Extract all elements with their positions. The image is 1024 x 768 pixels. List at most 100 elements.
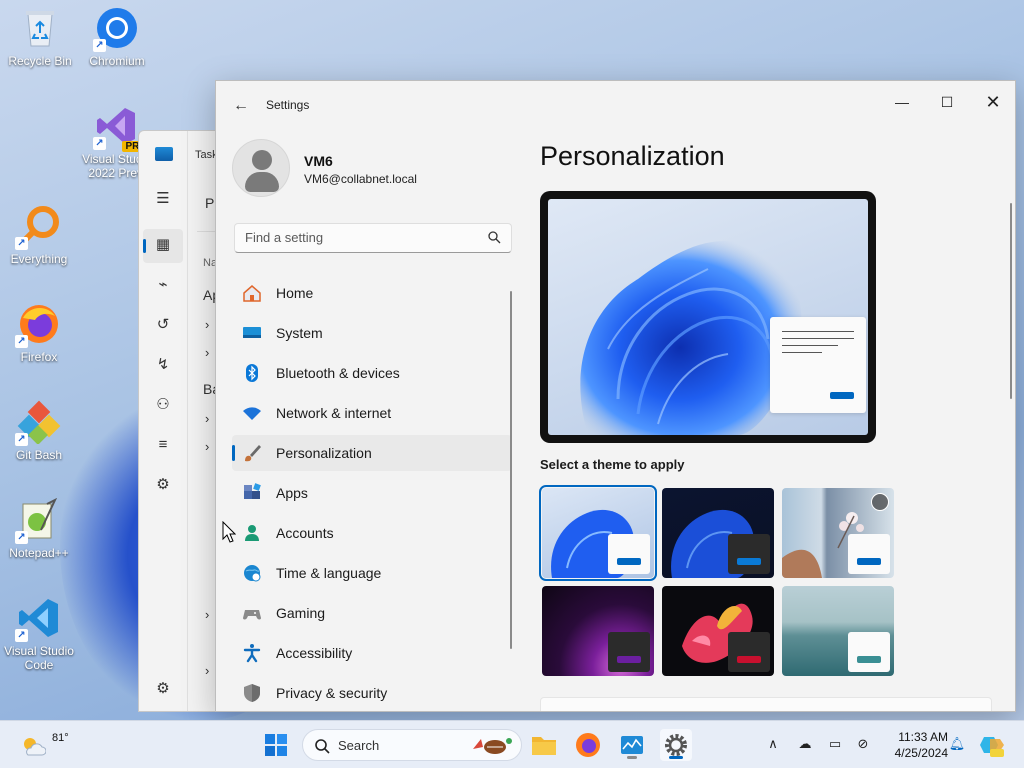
home-icon: [243, 285, 261, 302]
firefox-icon: [576, 733, 600, 757]
expand-chevron-icon[interactable]: ›: [205, 345, 209, 360]
start-button[interactable]: [260, 729, 292, 761]
task-manager-taskbar-button[interactable]: [616, 729, 648, 761]
weather-temperature: 81°: [52, 732, 69, 744]
details-icon[interactable]: ≡: [153, 435, 173, 455]
user-profile[interactable]: VM6 VM6@collabnet.local: [232, 139, 512, 199]
running-indicator: [627, 756, 637, 759]
paintbrush-icon: [245, 445, 261, 462]
expand-chevron-icon[interactable]: ›: [205, 663, 209, 678]
taskbar-search-label: Search: [338, 738, 380, 753]
theme-flow[interactable]: [782, 586, 894, 676]
firefox-icon: ↗: [15, 302, 61, 348]
settings-nav: Home System Bluetooth & devices Network …: [232, 275, 512, 711]
nav-item-label: Accounts: [276, 525, 334, 541]
settings-taskbar-button[interactable]: [660, 729, 692, 761]
show-hidden-icons-chevron-icon[interactable]: ∧: [764, 735, 782, 753]
shortcut-arrow-icon: ↗: [15, 335, 28, 348]
desktop-icon-label: Recycle Bin: [8, 54, 72, 68]
nav-item-network[interactable]: Network & internet: [232, 395, 512, 431]
nav-item-label: Network & internet: [276, 405, 392, 421]
firefox-taskbar-button[interactable]: [572, 729, 604, 761]
desktop-icon-label: Firefox: [20, 350, 58, 364]
onedrive-offline-icon[interactable]: ☁: [796, 735, 814, 753]
weather-widget[interactable]: 81°: [18, 731, 78, 761]
nav-item-time-language[interactable]: Time & language: [232, 555, 512, 591]
task-manager-icon: [155, 147, 173, 161]
nav-item-home[interactable]: Home: [232, 275, 512, 311]
window-title: Settings: [266, 98, 310, 112]
expand-chevron-icon[interactable]: ›: [205, 411, 209, 426]
weather-sun-cloud-icon: [24, 738, 46, 756]
theme-captured-motion[interactable]: [662, 586, 774, 676]
copilot-button[interactable]: [978, 729, 1006, 761]
startup-apps-icon[interactable]: ↯: [153, 355, 173, 375]
everything-search-icon: ↗: [15, 204, 61, 250]
accounts-icon: [245, 525, 259, 541]
theme-windows-light[interactable]: [539, 485, 657, 581]
search-input[interactable]: [245, 230, 475, 245]
nav-item-accessibility[interactable]: Accessibility: [232, 635, 512, 671]
minimize-button[interactable]: —: [879, 87, 925, 117]
back-arrow-icon[interactable]: ←: [230, 95, 252, 117]
nav-item-personalization[interactable]: Personalization: [232, 435, 512, 471]
nav-item-bluetooth[interactable]: Bluetooth & devices: [232, 355, 512, 391]
file-explorer-button[interactable]: [528, 729, 560, 761]
desktop-icon-notepad-plus-plus[interactable]: ↗ Notepad++: [1, 497, 77, 560]
theme-windows-spotlight[interactable]: [782, 488, 894, 578]
expand-chevron-icon[interactable]: ›: [205, 607, 209, 622]
hamburger-menu-icon[interactable]: ☰: [153, 189, 173, 209]
network-offline-icon[interactable]: ⊘: [854, 735, 872, 753]
services-icon[interactable]: ⚙: [153, 475, 173, 495]
performance-icon[interactable]: ⌁: [153, 275, 173, 295]
title-bar[interactable]: ← Settings — ☐ ✕: [216, 81, 1015, 129]
copilot-icon: [980, 737, 1004, 757]
close-button[interactable]: ✕: [970, 87, 1015, 117]
nav-item-gaming[interactable]: Gaming: [232, 595, 512, 631]
vscode-icon: ↗: [15, 596, 61, 642]
settings-gear-icon[interactable]: ⚙: [153, 679, 173, 699]
users-icon[interactable]: ⚇: [153, 395, 173, 415]
desktop-icon-everything[interactable]: ↗ Everything: [1, 204, 77, 266]
theme-section-label: Select a theme to apply: [540, 457, 685, 472]
theme-windows-dark[interactable]: [662, 488, 774, 578]
file-explorer-icon: [532, 737, 556, 755]
settings-window[interactable]: ← Settings — ☐ ✕ VM6 VM6@collabnet.local…: [215, 80, 1016, 712]
theme-glow[interactable]: [542, 586, 654, 676]
find-setting-search[interactable]: [234, 223, 512, 253]
content-scrollbar[interactable]: [1010, 203, 1012, 399]
expand-chevron-icon[interactable]: ›: [205, 439, 209, 454]
time-language-icon: [244, 565, 261, 582]
taskbar-clock[interactable]: 11:33 AM 4/25/2024: [880, 729, 948, 761]
expand-chevron-icon[interactable]: ›: [205, 317, 209, 332]
desktop-icon-chromium[interactable]: ↗ Chromium: [79, 6, 155, 68]
nav-item-label: Bluetooth & devices: [276, 365, 400, 381]
desktop-icon-vscode[interactable]: ↗ Visual Studio Code: [1, 596, 77, 672]
page-title: Personalization: [540, 141, 725, 171]
shortcut-arrow-icon: ↗: [15, 433, 28, 446]
shortcut-arrow-icon: ↗: [93, 137, 106, 150]
notepad-plus-plus-icon: ↗: [15, 497, 61, 544]
processes-icon[interactable]: ▦: [153, 235, 173, 255]
notification-bell-icon[interactable]: 🔔︎: [948, 735, 966, 753]
nav-item-label: System: [276, 325, 323, 341]
settings-card[interactable]: [540, 697, 992, 711]
wifi-icon: [243, 407, 261, 420]
desktop-icon-git-bash[interactable]: ↗ Git Bash: [1, 400, 77, 462]
nav-item-apps[interactable]: Apps: [232, 475, 512, 511]
display-icon[interactable]: ▭: [826, 735, 844, 753]
nav-scrollbar[interactable]: [510, 291, 512, 649]
avatar[interactable]: [232, 139, 290, 197]
nav-item-accounts[interactable]: Accounts: [232, 515, 512, 551]
search-icon[interactable]: [487, 230, 501, 244]
nav-item-system[interactable]: System: [232, 315, 512, 351]
spotlight-badge-icon: [871, 493, 889, 511]
desktop-icon-firefox[interactable]: ↗ Firefox: [1, 302, 77, 364]
desktop-icon-recycle-bin[interactable]: Recycle Bin: [2, 6, 78, 68]
taskbar-search[interactable]: Search: [302, 729, 522, 761]
taskbar: 81° Search ∧ ☁ ▭ ⊘ 11:33 AM 4/25/2024 🔔︎: [0, 720, 1024, 768]
shortcut-arrow-icon: ↗: [93, 39, 106, 52]
nav-item-privacy[interactable]: Privacy & security: [232, 675, 512, 711]
maximize-button[interactable]: ☐: [924, 87, 970, 117]
app-history-icon[interactable]: ↺: [153, 315, 173, 335]
